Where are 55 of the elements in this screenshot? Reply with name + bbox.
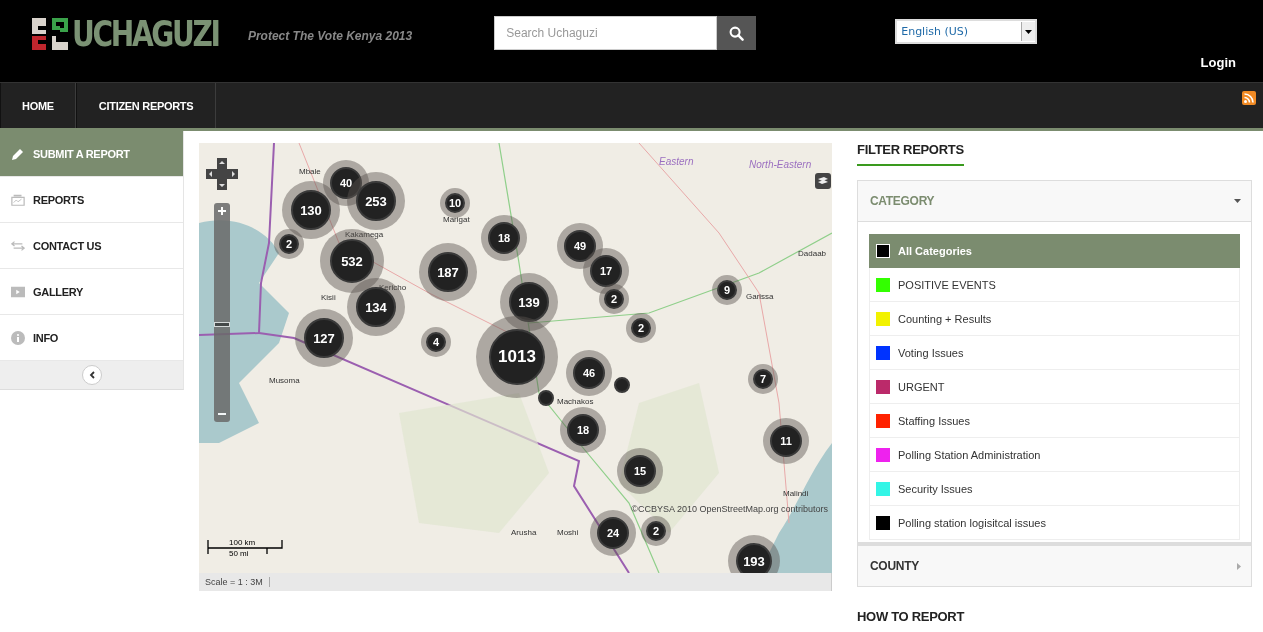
arrows-icon (11, 239, 25, 252)
category-item[interactable]: Polling station logisitcal issues (869, 506, 1240, 540)
category-item[interactable]: Polling Station Administration (869, 438, 1240, 472)
site-tagline: Protect The Vote Kenya 2013 (247, 29, 413, 43)
caret-right-icon (1237, 562, 1241, 570)
search-icon (729, 25, 745, 41)
category-item[interactable]: POSITIVE EVENTS (869, 268, 1240, 302)
accordion-header[interactable]: COUNTY (857, 545, 1252, 587)
category-item[interactable]: Staffing Issues (869, 404, 1240, 438)
map-place-label: Marigat (443, 215, 470, 224)
scale-label: 100 km (229, 538, 256, 547)
map-scale-text: Scale = 1 : 3M (199, 577, 270, 587)
map-place-label: Garissa (746, 292, 774, 301)
map-attribution: ©CCBYSA 2010 OpenStreetMap.org contributors (631, 504, 828, 514)
scale-bar-icon (207, 540, 283, 554)
map-place-label: Moshi (557, 528, 579, 537)
map-place-label: Eastern (659, 156, 694, 167)
login-link[interactable]: Login (1200, 55, 1236, 70)
pan-control[interactable] (206, 158, 238, 190)
category-item[interactable]: Security Issues (869, 472, 1240, 506)
scale-label: 50 mi (229, 549, 249, 558)
category-item[interactable]: All Categories (869, 234, 1240, 268)
search-field[interactable]: Search Uchaguzi (494, 16, 718, 50)
zoom-in-icon[interactable] (217, 206, 227, 216)
info-icon (11, 330, 25, 345)
chevron-left-icon (88, 371, 95, 379)
language-select[interactable]: English (US) (895, 19, 1038, 44)
map-place-label: Musoma (269, 376, 300, 385)
collapse-button[interactable] (81, 365, 102, 385)
caret-down-icon (1234, 199, 1241, 203)
category-item[interactable]: Voting Issues (869, 336, 1240, 370)
folder-chart-icon (11, 192, 25, 207)
filter-heading: FILTER REPORTS (857, 139, 964, 166)
zoom-handle[interactable] (214, 322, 230, 328)
map-place-label: Kisii (321, 293, 336, 302)
search-button[interactable] (717, 16, 757, 50)
layers-icon[interactable] (815, 173, 831, 189)
map-place-label: Dadaab (798, 249, 827, 258)
map-place-label: Malindi (783, 489, 809, 498)
logo-wordmark[interactable]: UCHAGUZI (72, 14, 219, 54)
sidebar-item[interactable]: SUBMIT A REPORT (0, 131, 183, 177)
section-heading: HOW TO REPORT (857, 609, 966, 624)
category-item[interactable]: URGENT (869, 370, 1240, 404)
map-place-label: Mbale (299, 167, 321, 176)
rss-icon[interactable] (1242, 91, 1256, 105)
caret-icon (1025, 29, 1033, 34)
zoom-slider[interactable] (214, 203, 230, 422)
film-icon (11, 285, 25, 298)
category-item[interactable]: Counting + Results (869, 302, 1240, 336)
map-place-label: Arusha (511, 528, 537, 537)
map-drawing[interactable] (199, 143, 832, 573)
map-place-label: Machakos (557, 397, 594, 406)
logo-icon (30, 16, 70, 52)
map-place-label: North-Eastern (749, 159, 812, 170)
pencil-icon (11, 146, 25, 161)
